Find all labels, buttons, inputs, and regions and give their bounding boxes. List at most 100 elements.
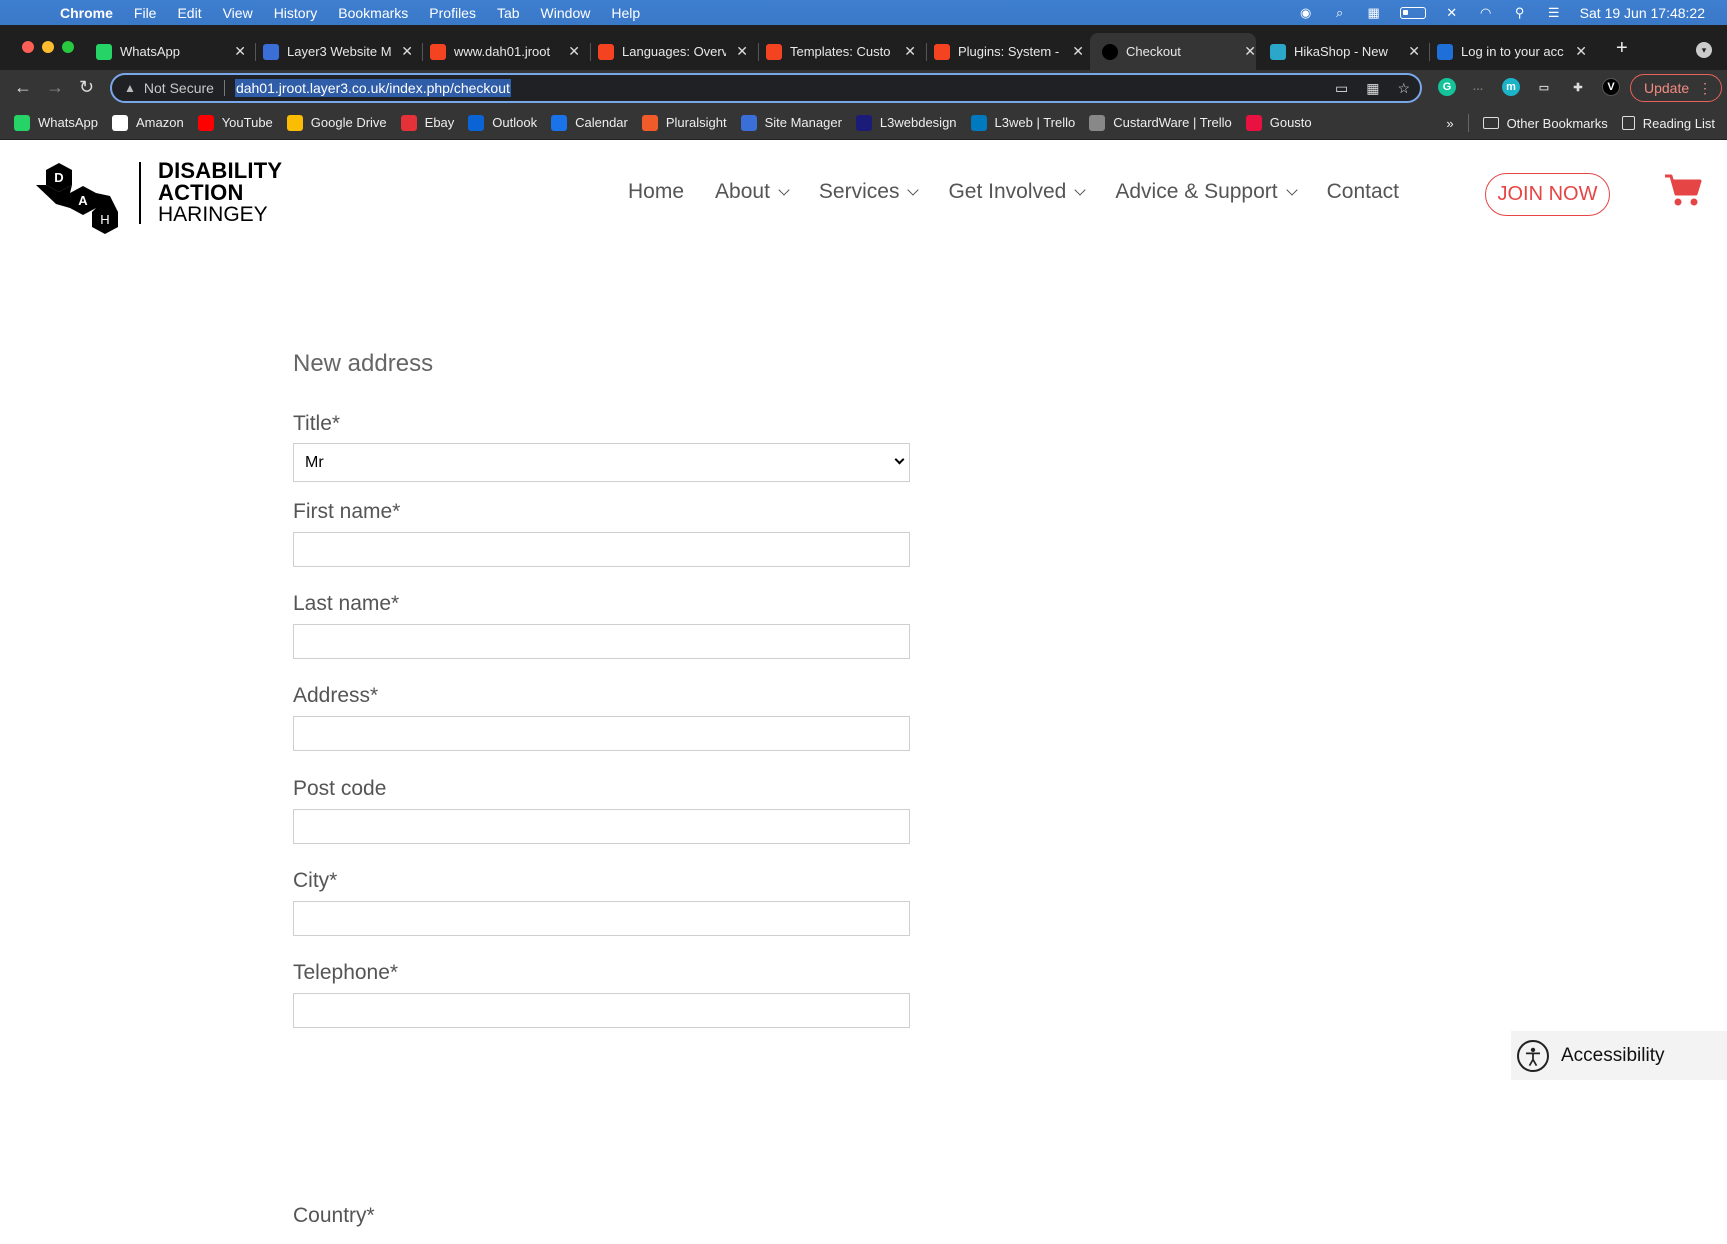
bookmark-item[interactable]: YouTube	[197, 114, 273, 131]
grammarly-icon[interactable]: G	[1438, 78, 1456, 96]
extension-loading-icon[interactable]: …	[1469, 78, 1487, 96]
address-input[interactable]	[293, 716, 910, 751]
qr-code-icon[interactable]: ▦	[1366, 80, 1379, 97]
logo-wordmark[interactable]: DISABILITY ACTION HARINGEY	[158, 160, 282, 226]
cast-icon[interactable]: ▭	[1335, 80, 1348, 97]
tab-8[interactable]: HikaShop - New ✕	[1270, 33, 1420, 70]
window-zoom-icon[interactable]	[62, 41, 74, 53]
tab-search-icon[interactable]: ▾	[1696, 42, 1712, 58]
menu-window[interactable]: Window	[541, 5, 591, 21]
last-name-input[interactable]	[293, 624, 910, 659]
bookmark-item[interactable]: WhatsApp	[14, 114, 98, 131]
nav-item-advice-support[interactable]: Advice & Support	[1115, 180, 1298, 204]
accessibility-widget[interactable]: Accessibility	[1511, 1031, 1727, 1080]
close-tab-icon[interactable]: ✕	[1072, 43, 1084, 60]
first-name-input[interactable]	[293, 532, 910, 567]
bookmark-favicon-icon	[855, 114, 872, 131]
screen-record-icon[interactable]: ◉	[1298, 5, 1314, 20]
shopping-cart-icon[interactable]	[1663, 172, 1703, 208]
nav-item-home[interactable]: Home	[628, 180, 684, 204]
menu-view[interactable]: View	[223, 5, 253, 21]
nav-item-contact[interactable]: Contact	[1327, 180, 1399, 204]
close-tab-icon[interactable]: ✕	[1408, 43, 1420, 60]
close-tab-icon[interactable]: ✕	[568, 43, 580, 60]
new-tab-icon[interactable]: +	[1616, 37, 1628, 60]
tab-1[interactable]: WhatsApp ✕	[96, 33, 246, 70]
telephone-input[interactable]	[293, 993, 910, 1028]
wifi-icon[interactable]: ◠	[1478, 5, 1494, 20]
bookmark-item[interactable]: Calendar	[551, 114, 628, 131]
menu-edit[interactable]: Edit	[177, 5, 201, 21]
close-tab-icon[interactable]: ✕	[1244, 43, 1256, 60]
bookmark-item[interactable]: Amazon	[111, 114, 184, 131]
window-layout-icon[interactable]: ▦	[1366, 5, 1382, 20]
menu-tab[interactable]: Tab	[497, 5, 520, 21]
bookmark-favicon-icon	[1089, 114, 1106, 131]
other-bookmarks-folder[interactable]: Other Bookmarks	[1482, 115, 1608, 131]
forward-icon[interactable]: →	[46, 77, 64, 98]
tab-3[interactable]: www.dah01.jroot ✕	[430, 33, 580, 70]
tab-7[interactable]: Checkout ✕	[1090, 33, 1256, 70]
bookmark-item[interactable]: L3web | Trello	[970, 114, 1075, 131]
bookmark-star-icon[interactable]: ☆	[1397, 80, 1410, 97]
menu-help[interactable]: Help	[611, 5, 640, 21]
menu-file[interactable]: File	[134, 5, 157, 21]
nav-item-about[interactable]: About	[715, 180, 790, 204]
address-bar[interactable]: ▲ Not Secure dah01.jroot.layer3.co.uk/in…	[110, 73, 1422, 103]
paperclip-icon[interactable]: ⌕	[1332, 5, 1348, 20]
update-label: Update	[1644, 80, 1690, 96]
extension-window-icon[interactable]: ▭	[1535, 78, 1553, 96]
update-button[interactable]: Update ⋮	[1630, 74, 1722, 102]
tab-9[interactable]: Log in to your acc ✕	[1437, 33, 1587, 70]
profile-avatar[interactable]: V	[1602, 78, 1620, 96]
city-label: City*	[293, 869, 338, 892]
nav-label: Contact	[1326, 180, 1399, 203]
bookmarks-overflow-icon[interactable]: »	[1446, 116, 1453, 131]
window-close-icon[interactable]	[22, 41, 34, 53]
url-text[interactable]: dah01.jroot.layer3.co.uk/index.php/check…	[234, 79, 511, 97]
menu-history[interactable]: History	[274, 5, 318, 21]
tab-2[interactable]: Layer3 Website M ✕	[263, 33, 413, 70]
tab-6[interactable]: Plugins: System - ✕	[934, 33, 1084, 70]
bookmark-item[interactable]: Google Drive	[286, 114, 387, 131]
nav-item-services[interactable]: Services	[819, 180, 920, 204]
window-minimize-icon[interactable]	[42, 41, 54, 53]
menu-bookmarks[interactable]: Bookmarks	[338, 5, 408, 21]
bookmark-item[interactable]: Site Manager	[740, 114, 842, 131]
close-tab-icon[interactable]: ✕	[401, 43, 413, 60]
close-tab-icon[interactable]: ✕	[234, 43, 246, 60]
bookmark-item[interactable]: Outlook	[468, 114, 537, 131]
tab-4[interactable]: Languages: Overv ✕	[598, 33, 748, 70]
title-select[interactable]: Mr	[293, 443, 910, 482]
bookmark-item[interactable]: Gousto	[1245, 114, 1312, 131]
menu-profiles[interactable]: Profiles	[429, 5, 476, 21]
reload-icon[interactable]: ↻	[79, 77, 94, 98]
bookmark-label: Site Manager	[764, 115, 842, 130]
close-tab-icon[interactable]: ✕	[904, 43, 916, 60]
security-status[interactable]: Not Secure	[144, 80, 214, 96]
other-bookmarks-label: Other Bookmarks	[1506, 115, 1608, 131]
control-center-icon[interactable]: ☰	[1546, 5, 1562, 20]
bookmark-item[interactable]: CustardWare | Trello	[1089, 114, 1232, 131]
reading-list[interactable]: Reading List	[1621, 116, 1715, 131]
bookmark-item[interactable]: Pluralsight	[641, 114, 727, 131]
bluetooth-icon[interactable]: ✕	[1444, 5, 1460, 20]
close-tab-icon[interactable]: ✕	[1575, 43, 1587, 60]
join-now-button[interactable]: JOIN NOW	[1485, 173, 1610, 216]
back-icon[interactable]: ←	[14, 77, 32, 98]
bookmark-item[interactable]: L3webdesign	[855, 114, 957, 131]
close-tab-icon[interactable]: ✕	[736, 43, 748, 60]
extensions-puzzle-icon[interactable]: ✚	[1569, 78, 1587, 96]
warning-icon[interactable]: ▲	[124, 81, 136, 95]
city-input[interactable]	[293, 901, 910, 936]
post-code-input[interactable]	[293, 809, 910, 844]
menu-app-name[interactable]: Chrome	[60, 5, 113, 21]
battery-icon[interactable]	[1399, 6, 1426, 19]
tab-5[interactable]: Templates: Custo ✕	[766, 33, 916, 70]
bookmark-item[interactable]: Ebay	[400, 114, 454, 131]
spotlight-search-icon[interactable]: ⚲	[1512, 5, 1528, 20]
clock[interactable]: Sat 19 Jun 17:48:22	[1580, 5, 1705, 21]
nav-item-get-involved[interactable]: Get Involved	[948, 180, 1087, 204]
extension-m-icon[interactable]: m	[1502, 78, 1520, 96]
menu-dots-icon[interactable]: ⋮	[1698, 80, 1712, 97]
